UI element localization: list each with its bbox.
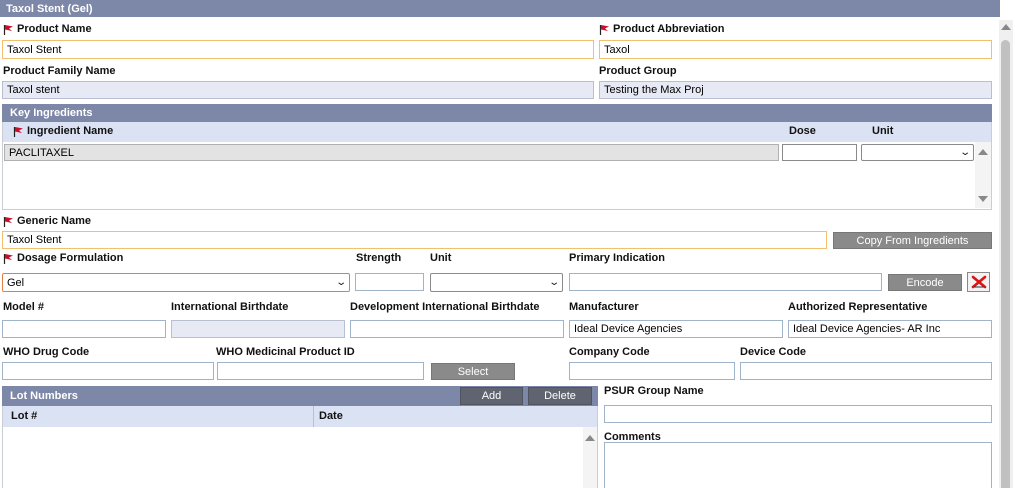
lot-grid-scrollbar[interactable] <box>583 427 597 488</box>
required-flag-icon <box>3 253 13 264</box>
who-drug-code-input[interactable] <box>2 362 214 380</box>
red-x-icon <box>971 275 986 289</box>
unit-select[interactable]: ⌄ <box>430 273 563 292</box>
product-group-label: Product Group <box>599 65 677 77</box>
copy-from-ingredients-button[interactable]: Copy From Ingredients <box>833 232 992 249</box>
date-column-header[interactable]: Date <box>319 410 343 422</box>
primary-indication-input[interactable] <box>569 273 882 291</box>
product-name-label: Product Name <box>3 22 92 36</box>
strength-label: Strength <box>356 252 402 264</box>
chevron-down-icon: ⌄ <box>958 147 971 158</box>
required-flag-icon <box>3 216 13 227</box>
ingredients-column-header-row: Ingredient Name Dose Unit <box>3 122 991 142</box>
device-code-label: Device Code <box>740 346 807 358</box>
company-code-label: Company Code <box>569 346 650 358</box>
dose-input[interactable] <box>782 144 857 161</box>
manufacturer-input[interactable]: Ideal Device Agencies <box>569 320 783 338</box>
international-birthdate-field <box>171 320 345 338</box>
encode-button[interactable]: Encode <box>888 274 962 291</box>
ingredient-unit-select[interactable]: ⌄ <box>861 144 974 161</box>
who-medicinal-product-id-label: WHO Medicinal Product ID <box>216 346 355 358</box>
section-title-bar: Taxol Stent (Gel) <box>0 0 1000 17</box>
lot-column-header-row: Lot # Date <box>3 406 597 427</box>
dosage-formulation-label: Dosage Formulation <box>3 251 123 265</box>
product-abbreviation-label: Product Abbreviation <box>599 22 724 36</box>
manufacturer-label: Manufacturer <box>569 301 639 313</box>
scroll-up-arrow-icon[interactable] <box>978 149 988 155</box>
generic-name-label: Generic Name <box>3 214 91 228</box>
comments-textarea[interactable] <box>604 442 992 488</box>
section-title: Taxol Stent (Gel) <box>6 2 93 15</box>
product-family-name-field: Taxol stent <box>2 81 594 99</box>
who-drug-code-label: WHO Drug Code <box>3 346 90 358</box>
authorized-representative-input[interactable]: Ideal Device Agencies- AR Inc <box>788 320 992 338</box>
ingredient-name-cell[interactable]: PACLITAXEL <box>4 144 779 161</box>
product-name-input[interactable]: Taxol Stent <box>2 40 594 59</box>
lot-number-column-header[interactable]: Lot # <box>11 410 37 422</box>
required-flag-icon <box>599 24 609 35</box>
delete-lot-button[interactable]: Delete <box>528 387 592 405</box>
dosage-formulation-select[interactable]: Gel ⌄ <box>2 273 350 292</box>
device-code-input[interactable] <box>740 362 992 380</box>
product-abbreviation-input[interactable]: Taxol <box>599 40 992 59</box>
strength-input[interactable] <box>355 273 424 291</box>
ingredients-scrollbar[interactable] <box>975 142 991 208</box>
scrollbar-thumb[interactable] <box>1001 40 1010 488</box>
psur-group-name-input[interactable] <box>604 405 992 423</box>
model-input[interactable] <box>2 320 166 338</box>
add-lot-button[interactable]: Add <box>460 387 523 405</box>
who-medicinal-product-id-input[interactable] <box>217 362 424 380</box>
product-group-field: Testing the Max Proj <box>599 81 992 99</box>
required-flag-icon <box>13 126 23 137</box>
primary-indication-label: Primary Indication <box>569 252 665 264</box>
company-code-input[interactable] <box>569 362 735 380</box>
model-label: Model # <box>3 301 44 313</box>
required-flag-icon <box>3 24 13 35</box>
international-birthdate-label: International Birthdate <box>171 301 289 313</box>
dose-column-header[interactable]: Dose <box>789 125 816 137</box>
product-family-name-label: Product Family Name <box>3 65 116 77</box>
scroll-down-arrow-icon[interactable] <box>978 196 988 202</box>
chevron-down-icon: ⌄ <box>334 277 347 288</box>
authorized-representative-label: Authorized Representative <box>788 301 928 313</box>
generic-name-input[interactable]: Taxol Stent <box>2 231 827 249</box>
unit-label: Unit <box>430 252 452 264</box>
key-ingredients-header: Key Ingredients <box>2 104 992 122</box>
lot-numbers-grid: Lot # Date <box>2 406 598 488</box>
psur-group-name-label: PSUR Group Name <box>604 385 704 397</box>
chevron-down-icon: ⌄ <box>547 277 560 288</box>
clear-indication-button[interactable] <box>967 272 990 292</box>
vertical-scrollbar[interactable] <box>999 20 1013 488</box>
unit-column-header[interactable]: Unit <box>872 125 893 137</box>
select-button[interactable]: Select <box>431 363 515 380</box>
development-international-birthdate-label: Development International Birthdate <box>350 301 540 313</box>
development-international-birthdate-input[interactable] <box>350 320 564 338</box>
scroll-up-arrow-icon[interactable] <box>1001 24 1011 30</box>
scroll-up-arrow-icon[interactable] <box>585 435 595 441</box>
key-ingredients-grid: Ingredient Name Dose Unit PACLITAXEL ⌄ <box>2 122 992 210</box>
column-divider <box>313 406 314 427</box>
ingredient-name-column-header[interactable]: Ingredient Name <box>13 125 113 137</box>
